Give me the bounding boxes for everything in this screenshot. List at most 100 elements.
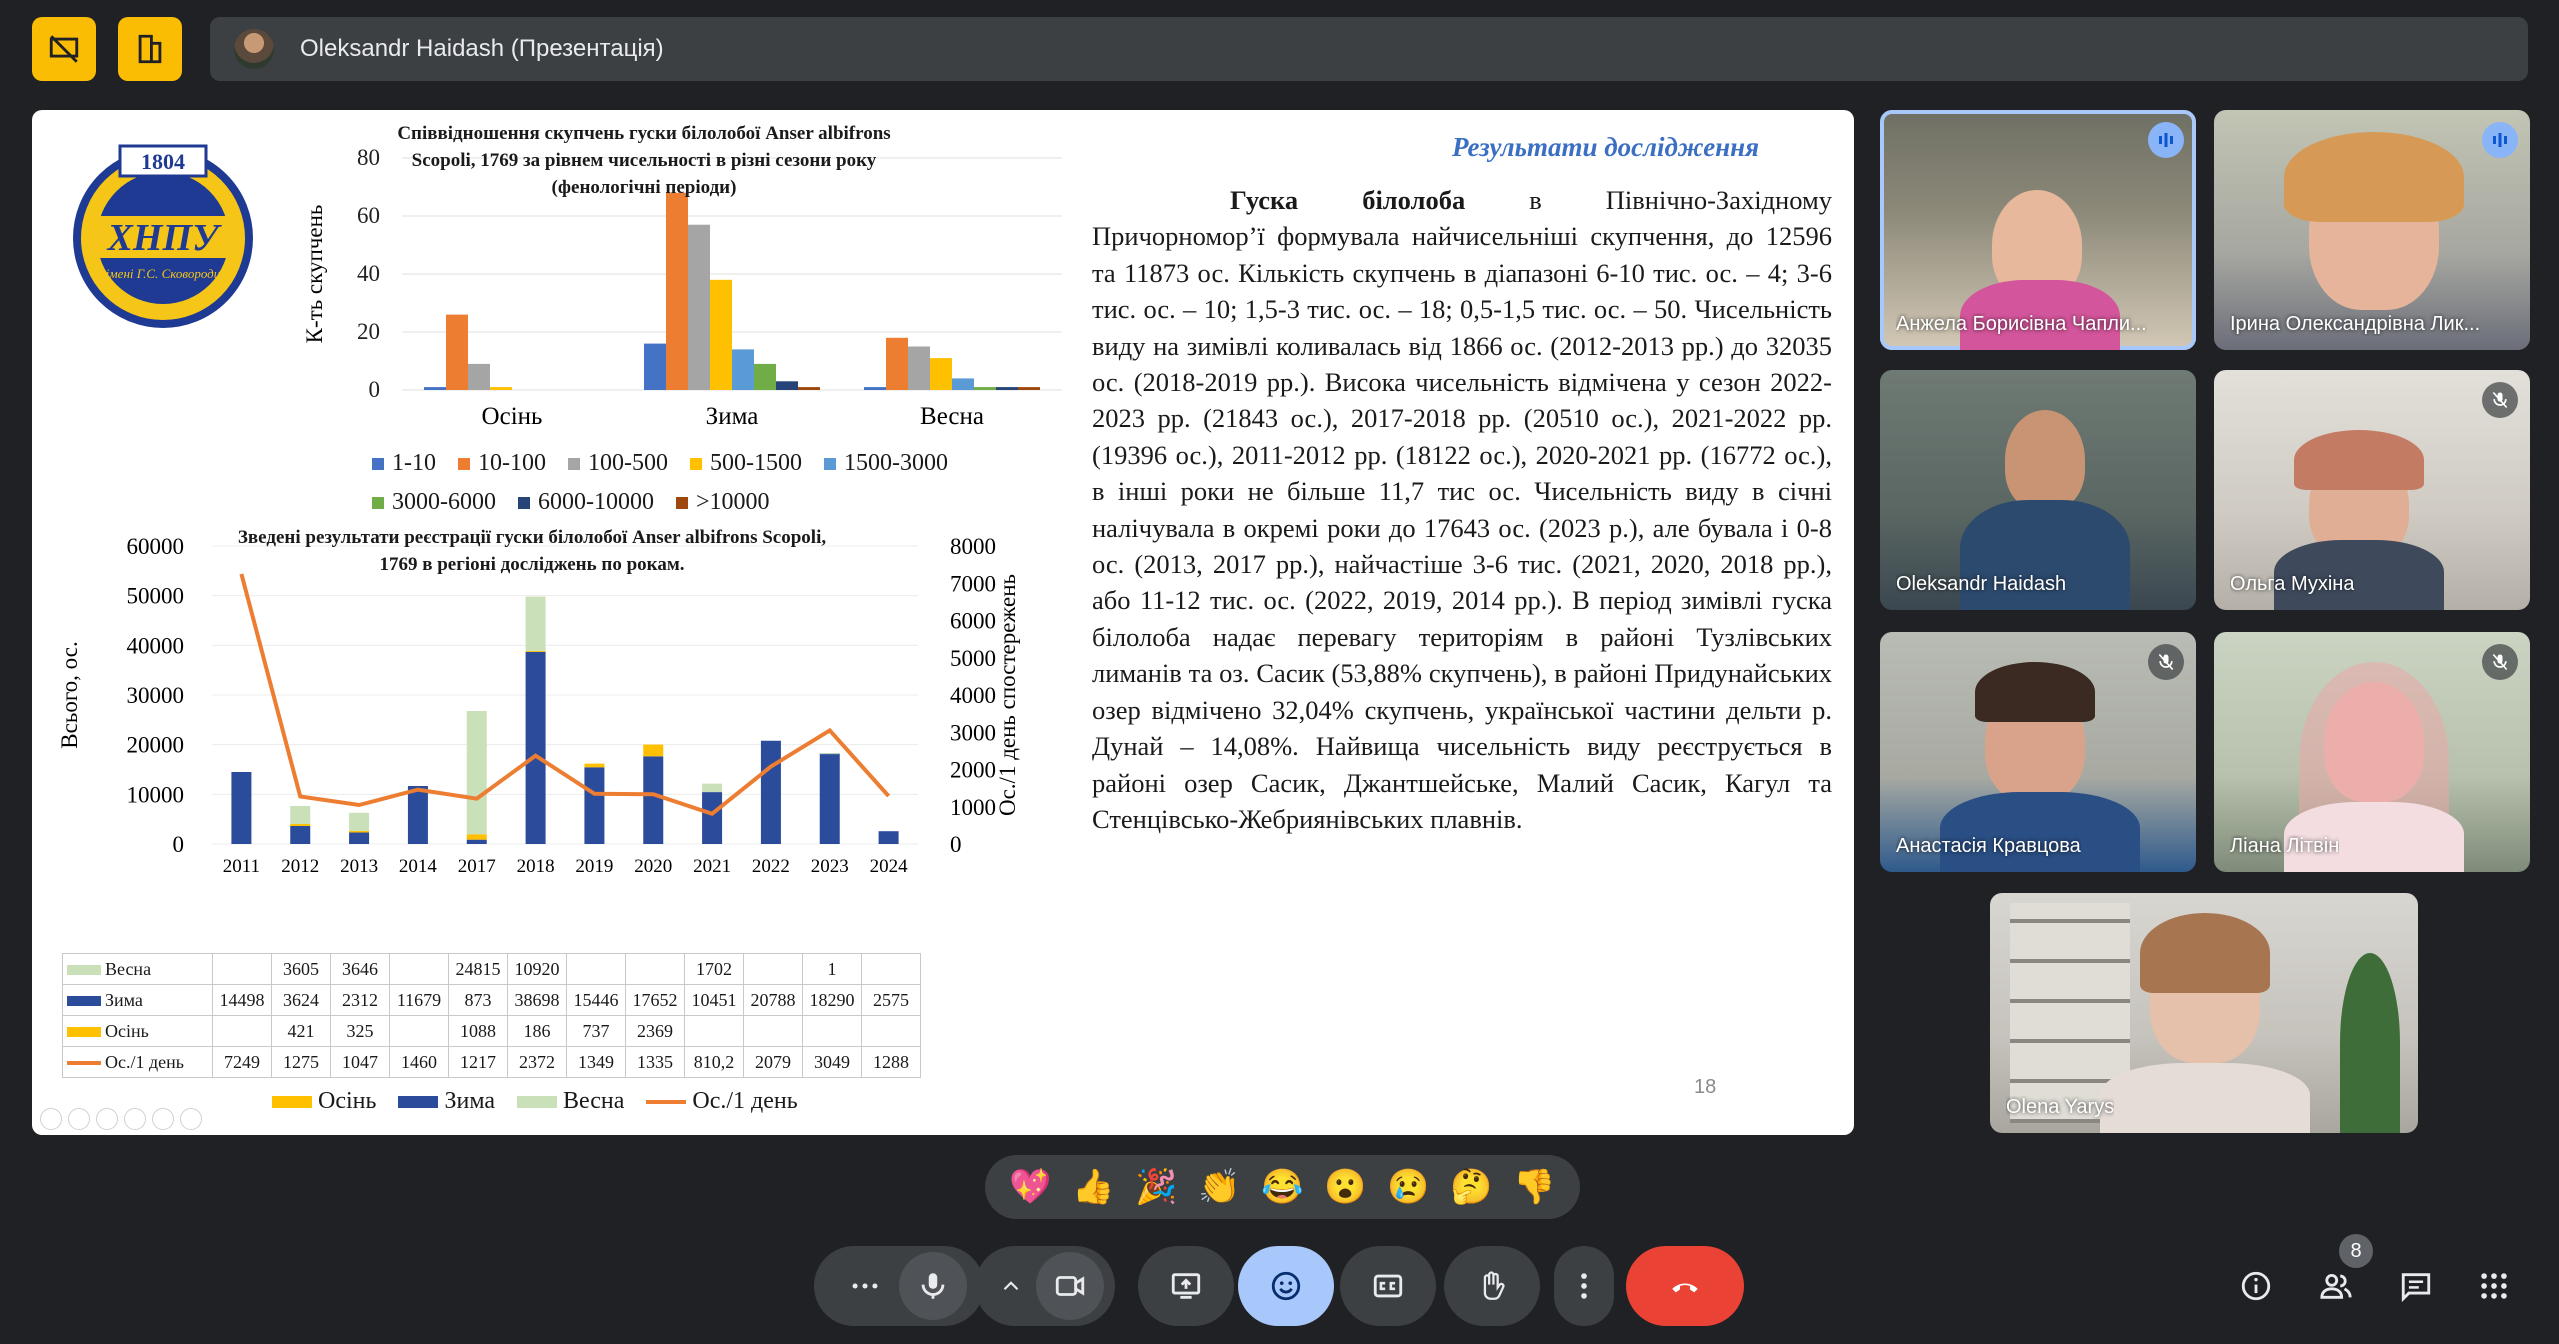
participant-tile[interactable]: Ірина Олександрівна Лик...: [2214, 110, 2530, 350]
chart2-line-series: [239, 573, 891, 817]
microphone-button[interactable]: [899, 1252, 967, 1320]
chart2-bar: [466, 834, 487, 840]
chart2-legend: Осінь Зима Весна Ос./1 день: [272, 1088, 820, 1115]
captions-button[interactable]: [1340, 1246, 1436, 1326]
layout-button[interactable]: [118, 17, 182, 81]
table-cell: 3646: [330, 953, 390, 985]
table-cell: [684, 1015, 744, 1047]
table-swatch: [67, 1061, 101, 1066]
chart2-bar: [819, 753, 840, 755]
stop-presenting-button[interactable]: [32, 17, 96, 81]
chart2-bar: [525, 596, 546, 651]
table-cell: 1217: [448, 1046, 508, 1078]
slide-next-button[interactable]: [68, 1108, 90, 1130]
present-button[interactable]: [1138, 1246, 1234, 1326]
more-options-button[interactable]: [1554, 1246, 1614, 1326]
chat-button[interactable]: [2392, 1262, 2440, 1310]
slide-prev-button[interactable]: [40, 1108, 62, 1130]
participant-tile[interactable]: Ліана Літвін: [2214, 632, 2530, 872]
table-cell: [625, 953, 685, 985]
chat-icon: [2401, 1273, 2431, 1303]
participant-tile[interactable]: Oleksandr Haidash: [1880, 370, 2196, 610]
chart2-y2-label: Ос./1 день спостережень: [995, 574, 1020, 816]
chart2-bar: [349, 832, 370, 844]
reactions-bar: 💖 👍 🎉 👏 😂 😮 😢 🤔 👎: [985, 1155, 1580, 1219]
layout-icon: [138, 34, 162, 64]
chart2-bar: [760, 740, 781, 844]
chart2-y-tick: 60000: [127, 534, 185, 559]
video-options-button[interactable]: [986, 1252, 1036, 1320]
reaction-thumbs-up[interactable]: 👍: [1066, 1159, 1122, 1215]
people-button[interactable]: [2312, 1262, 2360, 1310]
table-row-header: Осінь: [62, 1015, 213, 1047]
emoji-button[interactable]: [1238, 1246, 1334, 1326]
reaction-sad[interactable]: 😢: [1381, 1159, 1437, 1215]
chart2-bar: [584, 767, 605, 844]
participant-tile[interactable]: Анастасія Кравцова: [1880, 632, 2196, 872]
present-screen-icon: [1171, 1273, 1201, 1299]
chart2-bar: [290, 823, 311, 827]
table-cell: 1335: [625, 1046, 685, 1078]
reaction-clap[interactable]: 👏: [1192, 1159, 1248, 1215]
zoom-button[interactable]: [152, 1108, 174, 1130]
chart2-y-tick: 10000: [127, 782, 185, 807]
table-cell: 2575: [861, 984, 921, 1016]
reaction-heart[interactable]: 💖: [1003, 1159, 1059, 1215]
table-cell: [389, 1015, 449, 1047]
participant-tile[interactable]: Ольга Мухіна: [2214, 370, 2530, 610]
chart2-bar: [702, 792, 723, 844]
chart2-x-tick: 2020: [634, 856, 672, 877]
table-cell: 20788: [743, 984, 803, 1016]
speaking-indicator-icon: [2482, 122, 2518, 158]
table-row-label: Весна: [105, 958, 152, 979]
participant-tile[interactable]: Анжела Борисівна Чапли...: [1880, 110, 2196, 350]
slide-more-button[interactable]: [180, 1108, 202, 1130]
chevron-up-icon: [1003, 1281, 1019, 1291]
camera-icon: [1055, 1276, 1085, 1296]
chart2-x-tick: 2011: [223, 856, 260, 877]
audio-options-button[interactable]: [831, 1252, 899, 1320]
chart2-x-tick: 2024: [870, 856, 909, 877]
legend-swatch: [517, 1095, 557, 1108]
table-cell: 1460: [389, 1046, 449, 1078]
chart2-x-tick: 2022: [752, 856, 790, 877]
table-cell: 1288: [861, 1046, 921, 1078]
participant-name: Oleksandr Haidash: [1896, 573, 2067, 595]
table-cell: [212, 1015, 272, 1047]
chart2-y2-tick: 6000: [950, 609, 996, 634]
pen-tool-button[interactable]: [96, 1108, 118, 1130]
chart2-data-table: Весна 3605 3646 24815 10920 1702 1 Зима 14498 362…: [62, 953, 921, 1078]
reaction-thinking[interactable]: 🤔: [1444, 1159, 1500, 1215]
leave-call-button[interactable]: [1626, 1246, 1744, 1326]
camera-button[interactable]: [1036, 1252, 1104, 1320]
table-cell: 873: [448, 984, 508, 1016]
chart2-y-tick: 0: [173, 832, 185, 857]
table-row: Зима 14498 3624 2312 11679 873 38698 15446 17652…: [62, 984, 921, 1016]
captions-icon: [1373, 1274, 1403, 1298]
table-cell: 1: [802, 953, 862, 985]
chart2-bar: [466, 839, 487, 844]
slide-body: Гуска білолоба в Північно-Західному Прич…: [1092, 182, 1832, 837]
table-cell: 421: [271, 1015, 331, 1047]
reaction-surprised[interactable]: 😮: [1318, 1159, 1374, 1215]
legend-label: Ос./1 день: [692, 1088, 798, 1114]
table-cell: [861, 953, 921, 985]
participant-name: Анастасія Кравцова: [1896, 835, 2081, 857]
raise-hand-button[interactable]: [1444, 1246, 1540, 1326]
table-cell: [802, 1015, 862, 1047]
chart2-legend-item: Ос./1 день: [646, 1088, 798, 1115]
chart2-bar: [643, 744, 664, 757]
table-cell: [743, 953, 803, 985]
chart2-title: Зведені результати реєстрації гуски біло…: [237, 527, 827, 575]
slides-grid-button[interactable]: [124, 1108, 146, 1130]
participant-tile[interactable]: Olena Yarys: [1990, 893, 2418, 1133]
meeting-info-button[interactable]: [2232, 1262, 2280, 1310]
chart2-y-label: Всього, ос.: [57, 641, 82, 748]
activities-button[interactable]: [2470, 1262, 2518, 1310]
chart2-y-tick: 50000: [127, 584, 185, 609]
table-cell: 11679: [389, 984, 449, 1016]
reaction-laugh[interactable]: 😂: [1255, 1159, 1311, 1215]
chart2-x-tick: 2017: [458, 856, 496, 877]
reaction-thumbs-down[interactable]: 👎: [1507, 1159, 1563, 1215]
reaction-party[interactable]: 🎉: [1129, 1159, 1185, 1215]
